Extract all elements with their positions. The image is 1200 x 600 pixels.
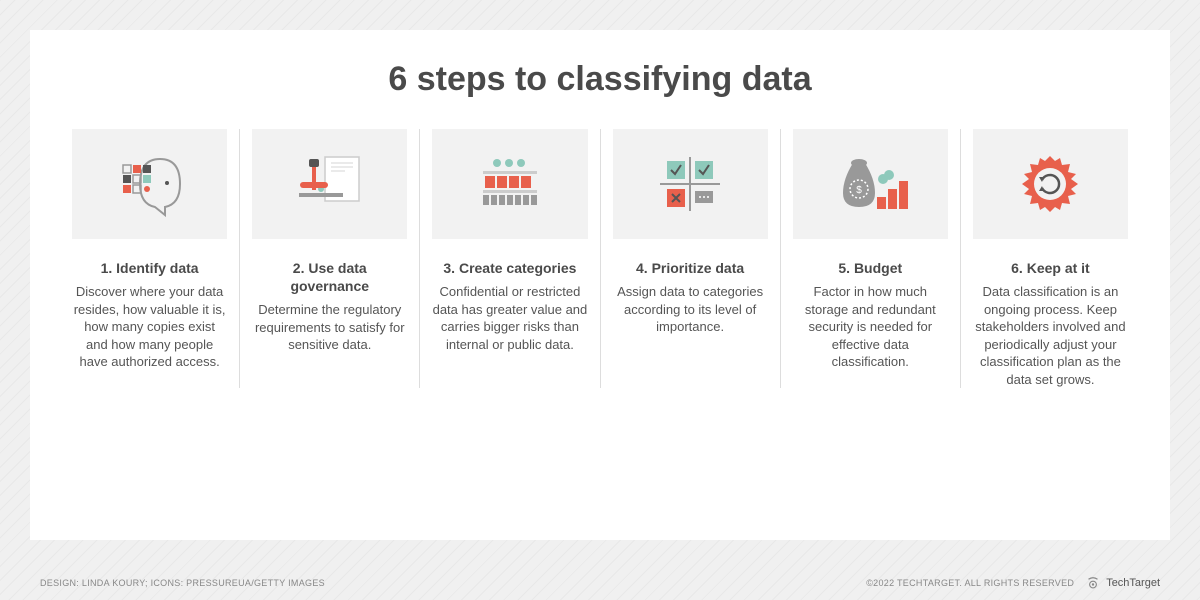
step-desc: Confidential or restricted data has grea…	[432, 283, 587, 353]
brand-logo: TechTarget	[1084, 576, 1160, 590]
step-desc: Discover where your data resides, how va…	[72, 283, 227, 371]
steps-row: 1. Identify data Discover where your dat…	[60, 129, 1140, 388]
step-desc: Factor in how much storage and redundant…	[793, 283, 948, 371]
keep-at-it-icon	[973, 129, 1128, 239]
categories-icon	[432, 129, 587, 239]
step-1: 1. Identify data Discover where your dat…	[60, 129, 239, 388]
svg-text:$: $	[856, 185, 862, 196]
footer: DESIGN: LINDA KOURY; ICONS: PRESSUREUA/G…	[40, 576, 1160, 590]
page-title: 6 steps to classifying data	[60, 60, 1140, 99]
step-title: 1. Identify data	[72, 259, 227, 277]
brand-text: TechTarget	[1106, 577, 1160, 589]
step-6: 6. Keep at it Data classification is an …	[960, 129, 1140, 388]
identify-data-icon	[72, 129, 227, 239]
prioritize-icon	[613, 129, 768, 239]
step-2: 2. Use data governance Determine the reg…	[239, 129, 419, 388]
step-5: $ 5. Budget Factor in how much storage a…	[780, 129, 960, 388]
step-desc: Data classification is an ongoing proces…	[973, 283, 1128, 388]
step-3: 3. Create categories Confidential or res…	[419, 129, 599, 388]
governance-icon	[252, 129, 407, 239]
copyright: ©2022 TECHTARGET. ALL RIGHTS RESERVED	[866, 578, 1074, 588]
step-title: 6. Keep at it	[973, 259, 1128, 277]
step-4: 4. Prioritize data Assign data to catego…	[600, 129, 780, 388]
budget-icon: $	[793, 129, 948, 239]
design-credits: DESIGN: LINDA KOURY; ICONS: PRESSUREUA/G…	[40, 578, 325, 588]
step-title: 5. Budget	[793, 259, 948, 277]
step-desc: Assign data to categories according to i…	[613, 283, 768, 336]
step-title: 4. Prioritize data	[613, 259, 768, 277]
infographic-card: 6 steps to classifying data 1. I	[30, 30, 1170, 540]
step-title: 3. Create categories	[432, 259, 587, 277]
step-title: 2. Use data governance	[252, 259, 407, 295]
step-desc: Determine the regulatory requirements to…	[252, 301, 407, 354]
eye-icon	[1084, 576, 1102, 590]
